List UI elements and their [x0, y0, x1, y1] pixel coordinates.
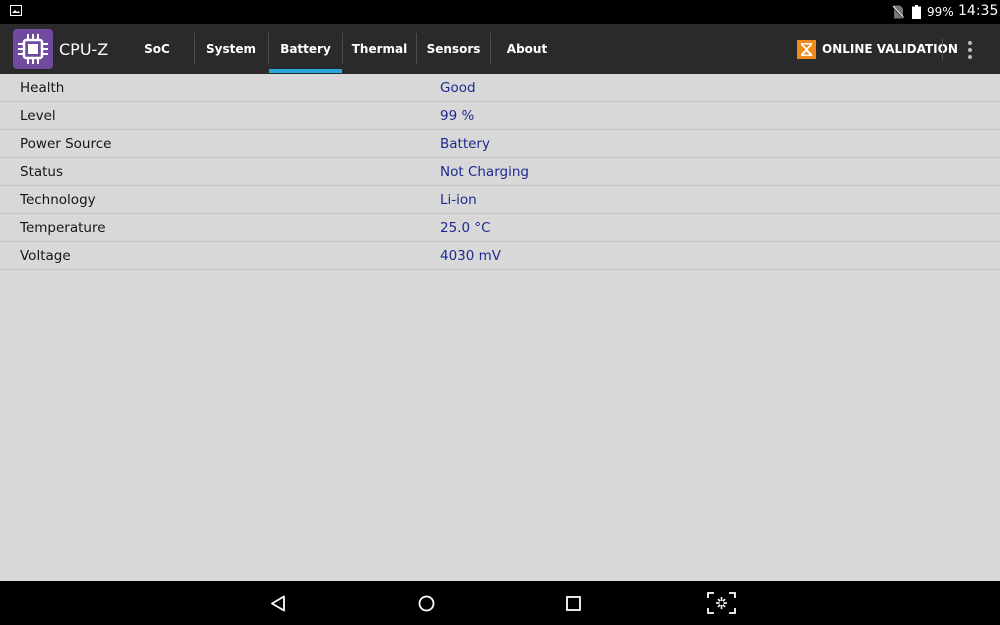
- row-key: Status: [20, 164, 64, 180]
- appbar-divider: [942, 38, 943, 60]
- row-key: Temperature: [20, 220, 106, 236]
- row-value: 25.0 °C: [440, 220, 491, 236]
- tab-about[interactable]: About: [491, 24, 563, 74]
- active-tab-indicator: [269, 69, 342, 73]
- cpu-z-logo-icon: [13, 29, 53, 69]
- tab-sensors[interactable]: Sensors: [417, 24, 490, 74]
- battery-icon: [912, 5, 921, 19]
- row-value: Good: [440, 80, 476, 96]
- row-key: Level: [20, 108, 56, 124]
- table-row: Status Not Charging: [0, 158, 1000, 186]
- row-value: Battery: [440, 136, 490, 152]
- table-row: Level 99 %: [0, 102, 1000, 130]
- table-row: Health Good: [0, 74, 1000, 102]
- tab-battery[interactable]: Battery: [269, 24, 342, 74]
- recents-icon[interactable]: [566, 596, 581, 611]
- online-validation-button[interactable]: ONLINE VALIDATION: [797, 39, 958, 59]
- clock: 14:35: [958, 3, 999, 19]
- row-key: Technology: [20, 192, 96, 208]
- back-icon[interactable]: [270, 595, 286, 612]
- app-title: CPU-Z: [59, 40, 109, 59]
- row-value: Not Charging: [440, 164, 529, 180]
- online-validation-label: ONLINE VALIDATION: [822, 42, 958, 56]
- row-key: Health: [20, 80, 65, 96]
- validation-icon: [797, 39, 816, 59]
- tab-soc[interactable]: SoC: [121, 24, 193, 74]
- row-key: Power Source: [20, 136, 112, 152]
- table-row: Technology Li-ion: [0, 186, 1000, 214]
- more-options-icon[interactable]: [965, 40, 975, 60]
- table-row: Power Source Battery: [0, 130, 1000, 158]
- tab-thermal[interactable]: Thermal: [343, 24, 416, 74]
- tab-system[interactable]: System: [195, 24, 267, 74]
- row-value: 99 %: [440, 108, 475, 124]
- table-row: Temperature 25.0 °C: [0, 214, 1000, 242]
- no-sim-icon: [892, 5, 904, 19]
- app-bar: CPU-Z SoC System Battery Thermal Sensors…: [0, 24, 1000, 74]
- navigation-bar: [0, 581, 1000, 625]
- row-value: Li-ion: [440, 192, 477, 208]
- screenshot-icon[interactable]: [707, 592, 736, 614]
- row-key: Voltage: [20, 248, 71, 264]
- battery-percent: 99%: [927, 5, 954, 19]
- gallery-icon: [10, 5, 22, 16]
- row-value: 4030 mV: [440, 248, 502, 264]
- battery-info-table: Health Good Level 99 % Power Source Batt…: [0, 74, 1000, 270]
- table-row: Voltage 4030 mV: [0, 242, 1000, 270]
- status-bar: 99% 14:35: [0, 0, 1000, 24]
- home-icon[interactable]: [418, 595, 435, 612]
